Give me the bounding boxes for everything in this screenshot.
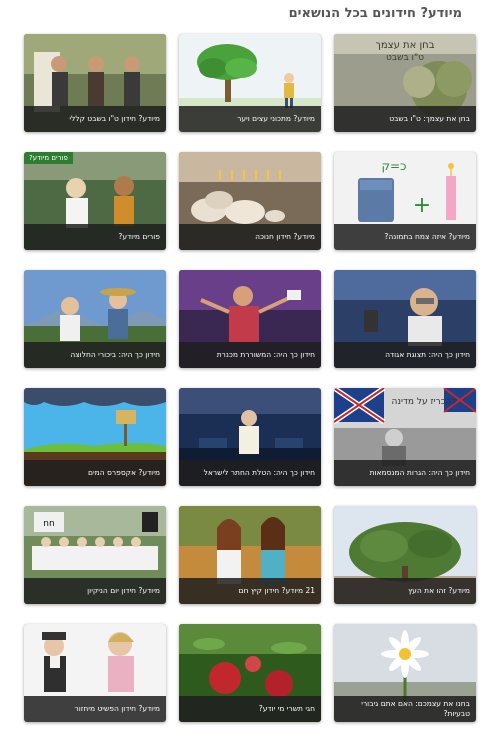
quiz-card[interactable]: בחן את עצמך ט"ו בשבט בחן את עצמך: ט"ו בש… <box>334 34 476 132</box>
card-badge: פורים מיודע? <box>24 152 73 164</box>
card-caption: חידון כך היה: הטלת החתר לישראל <box>179 460 321 486</box>
card-overlay-line2: ט"ו בשבט <box>386 53 424 63</box>
card-caption: מיודע? חידון ט"ו בשבט קללי <box>24 106 166 132</box>
card-caption: 21 מיודע? חידון קיץ חם <box>179 578 321 604</box>
quiz-grid: בחן את עצמך ט"ו בשבט בחן את עצמך: ט"ו בש… <box>24 34 476 724</box>
card-caption: בחנו את עצמכם: האם אתם גיבורי טבעיות? <box>334 696 476 722</box>
quiz-card[interactable]: בחנו את עצמכם: האם אתם גיבורי טבעיות? <box>334 624 476 722</box>
card-caption: בחן את עצמך: ט"ו בשבט <box>334 106 476 132</box>
card-overlay-text: להכריז על מדינה <box>392 397 457 407</box>
quiz-card[interactable]: מיודע? חידון חנוכה <box>179 152 321 250</box>
quiz-card[interactable]: להכריז על מדינה חידון כך היה: הגרות המנס… <box>334 388 476 486</box>
card-overlay-text: כ=ק <box>382 159 407 173</box>
quiz-card[interactable]: חידון כך היה: הטלת החתר לישראל <box>179 388 321 486</box>
section-heading: מיודע? חידונים בכל הנושאים <box>288 6 462 21</box>
quiz-card[interactable]: חידון כך היה: המשוררת מכנרת <box>179 270 321 368</box>
card-caption: חידון כך היה: המשוררת מכנרת <box>179 342 321 368</box>
svg-text:+: + <box>413 193 431 218</box>
quiz-card[interactable]: 21 מיודע? חידון קיץ חם <box>179 506 321 604</box>
card-caption: חגי תשרי מי יודע? <box>179 696 321 722</box>
svg-text:nn: nn <box>43 519 54 529</box>
card-caption: חידון כך היה: ביכורי החלוצה <box>24 342 166 368</box>
quiz-card[interactable]: מיודע? חידון הפשיט מיחזור <box>24 624 166 722</box>
quiz-card[interactable]: nn מיודע? חידון יום הניקיון <box>24 506 166 604</box>
card-caption: חידון כך היה: הגרות המנסמאות <box>334 460 476 486</box>
quiz-card[interactable]: מיודע? חידון ט"ו בשבט קללי <box>24 34 166 132</box>
card-overlay-line1: בחן את עצמך <box>375 40 434 51</box>
card-caption: מיודע? חידון חנוכה <box>179 224 321 250</box>
quiz-card[interactable]: חגי תשרי מי יודע? <box>179 624 321 722</box>
quiz-card[interactable]: מיודע? מתכוני עצים ויער <box>179 34 321 132</box>
card-caption: מיודע? אקספרס המים <box>24 460 166 486</box>
quiz-card[interactable]: חידון כך היה: ביכורי החלוצה <box>24 270 166 368</box>
card-caption: מיודע? חידון הפשיט מיחזור <box>24 696 166 722</box>
quiz-gallery-page: מיודע? חידונים בכל הנושאים בחן את עצמך ט… <box>0 0 480 735</box>
card-caption: חידון כך היה: תצוגת אגודה <box>334 342 476 368</box>
quiz-card[interactable]: חידון כך היה: תצוגת אגודה <box>334 270 476 368</box>
quiz-card[interactable]: מיודע? אקספרס המים <box>24 388 166 486</box>
card-caption: מיודע? איזה צמח בתמונה? <box>334 224 476 250</box>
quiz-card[interactable]: כ=ק + מיודע? איזה צמח בתמונה? <box>334 152 476 250</box>
card-caption: מיודע? חידון יום הניקיון <box>24 578 166 604</box>
card-caption: מיודע? מתכוני עצים ויער <box>179 106 321 132</box>
quiz-card[interactable]: פורים מיודע? פורים מיודע? <box>24 152 166 250</box>
card-caption: פורים מיודע? <box>24 224 166 250</box>
card-caption: מיודע? זהו את העץ <box>334 578 476 604</box>
quiz-card[interactable]: מיודע? זהו את העץ <box>334 506 476 604</box>
